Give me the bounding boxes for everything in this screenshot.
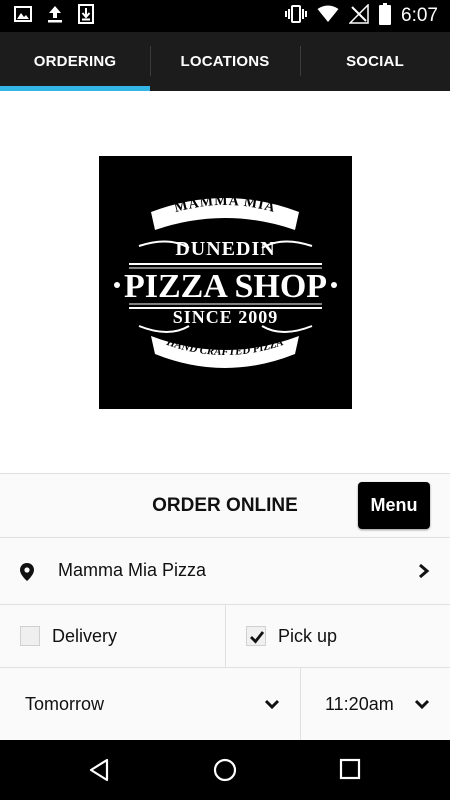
- chevron-right-icon: [418, 563, 430, 584]
- time-value: 11:20am: [325, 693, 394, 714]
- schedule-row: Tomorrow 11:20am: [0, 668, 450, 740]
- location-pin-icon: [20, 563, 34, 586]
- logo-line4: SINCE 2009: [173, 307, 279, 327]
- tab-ordering[interactable]: ORDERING: [0, 32, 150, 91]
- battery-icon: [379, 2, 392, 30]
- order-online-row: ORDER ONLINE Menu: [0, 474, 450, 538]
- tab-label: LOCATIONS: [180, 53, 270, 70]
- order-mode-row: Delivery Pick up: [0, 605, 450, 668]
- no-signal-icon: [348, 2, 369, 29]
- tab-label: ORDERING: [33, 53, 117, 70]
- hero-section: MAMMA MIA DUNEDIN PIZZA SHOP SINCE 2009 …: [0, 91, 450, 474]
- pickup-label: Pick up: [278, 625, 338, 646]
- recents-icon[interactable]: [339, 758, 361, 785]
- pickup-checkbox[interactable]: [246, 626, 266, 646]
- status-time: 6:07: [401, 5, 438, 26]
- tab-bar: ORDERING LOCATIONS SOCIAL: [0, 32, 450, 91]
- chevron-down-icon: [414, 698, 430, 716]
- menu-button[interactable]: Menu: [358, 482, 430, 529]
- delivery-checkbox[interactable]: [20, 626, 40, 646]
- system-nav-bar: [0, 740, 450, 800]
- vibrate-icon: [285, 4, 308, 29]
- delivery-label: Delivery: [52, 625, 118, 646]
- tab-locations[interactable]: LOCATIONS: [150, 32, 300, 91]
- image-notification-icon: [14, 5, 32, 28]
- day-value: Tomorrow: [25, 693, 105, 714]
- tab-social[interactable]: SOCIAL: [300, 32, 450, 91]
- location-name: Mamma Mia Pizza: [58, 560, 207, 580]
- day-dropdown[interactable]: Tomorrow: [0, 668, 300, 740]
- logo-line3: PIZZA SHOP: [124, 268, 327, 305]
- home-icon[interactable]: [213, 758, 237, 787]
- location-selector[interactable]: Mamma Mia Pizza: [0, 538, 450, 605]
- status-bar: 6:07: [0, 0, 450, 32]
- delivery-option[interactable]: Delivery: [0, 605, 225, 667]
- wifi-icon: [317, 5, 339, 28]
- pickup-option[interactable]: Pick up: [225, 605, 450, 667]
- checkmark-icon: [250, 631, 265, 644]
- download-notification-icon: [78, 3, 94, 29]
- chevron-down-icon: [264, 698, 280, 716]
- logo-line2: DUNEDIN: [175, 238, 275, 260]
- back-icon[interactable]: [88, 758, 112, 787]
- time-dropdown[interactable]: 11:20am: [300, 668, 450, 740]
- shop-logo: MAMMA MIA DUNEDIN PIZZA SHOP SINCE 2009 …: [99, 156, 352, 409]
- tab-label: SOCIAL: [346, 53, 404, 70]
- upload-notification-icon: [46, 4, 64, 29]
